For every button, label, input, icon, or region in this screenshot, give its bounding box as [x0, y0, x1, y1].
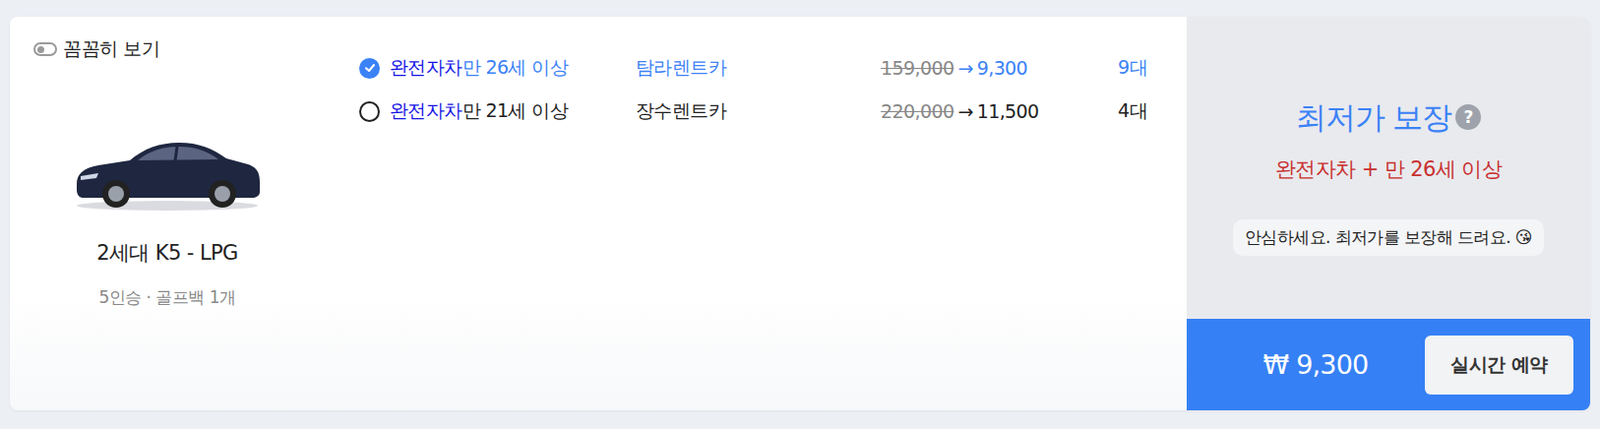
guarantee-condition: 완전자차 + 만 26세 이상 — [1275, 155, 1502, 184]
option-row[interactable]: 완전자차만 26세 이상탐라렌트카159,000→9,3009대 — [359, 46, 1148, 90]
detail-toggle[interactable]: 꼼꼼히 보기 — [33, 36, 360, 62]
car-specs: 5인승 · 골프백 1개 — [98, 286, 236, 309]
guarantee-message: 안심하세요. 최저가를 보장해 드려요. 😘 — [1232, 219, 1544, 256]
radio-icon[interactable] — [359, 101, 380, 123]
car-card: 꼼꼼히 보기2세대 K5 - LPG5인승 · 골프백 1개완전자차만 26세 … — [9, 16, 1591, 411]
toggle-icon — [33, 42, 58, 57]
price-cell: 159,000→9,300 — [880, 57, 1079, 79]
reserve-button[interactable]: 실시간 예약 — [1424, 335, 1574, 395]
card-main: 꼼꼼히 보기2세대 K5 - LPG5인승 · 골프백 1개완전자차만 26세 … — [9, 16, 1187, 411]
car-count: 4대 — [1078, 98, 1148, 124]
guarantee-info: 최저가 보장? 완전자차 + 만 26세 이상안심하세요. 최저가를 보장해 드려… — [1186, 16, 1591, 319]
total-price: ₩ 9,300 — [1206, 349, 1425, 380]
car-column: 꼼꼼히 보기 2세대 K5 - LPG 5인승 · 골프백 1개 — [9, 16, 360, 411]
radio-icon[interactable] — [359, 58, 380, 79]
company-name: 장수렌트카 — [635, 98, 881, 124]
price: 11,500 — [977, 100, 1040, 123]
age-limit: 만 21세 이상 — [462, 99, 568, 122]
car-info: 2세대 K5 - LPG 5인승 · 골프백 1개 — [19, 61, 315, 309]
option-list: 완전자차만 26세 이상탐라렌트카159,000→9,3009대완전자차만 21… — [359, 16, 1187, 411]
option-row[interactable]: 완전자차만 21세 이상장수렌트카220,000→11,5004대 — [359, 89, 1148, 133]
age-limit: 만 26세 이상 — [462, 56, 568, 78]
insurance-type: 완전자차 — [389, 99, 463, 122]
price: 9,300 — [977, 57, 1028, 79]
car-name: 2세대 K5 - LPG — [96, 239, 239, 267]
arrow: → — [957, 57, 973, 79]
price-cell: 220,000→11,500 — [880, 100, 1079, 123]
company-name: 탐라렌트카 — [635, 55, 881, 81]
option-label: 완전자차만 21세 이상 — [359, 98, 636, 124]
original-price: 159,000 — [880, 57, 954, 79]
car-image — [68, 119, 266, 214]
insurance-type: 완전자차 — [389, 56, 463, 78]
arrow: → — [957, 100, 973, 123]
original-price: 220,000 — [880, 100, 954, 123]
guarantee-panel: 최저가 보장? 완전자차 + 만 26세 이상안심하세요. 최저가를 보장해 드려… — [1186, 16, 1591, 411]
reserve-bar: ₩ 9,300실시간 예약 — [1186, 318, 1591, 411]
option-label: 완전자차만 26세 이상 — [359, 55, 636, 81]
check-icon — [364, 61, 376, 74]
toggle-label: 꼼꼼히 보기 — [62, 36, 160, 62]
help-icon[interactable]: ? — [1455, 104, 1481, 130]
car-count: 9대 — [1078, 55, 1148, 81]
guarantee-title: 최저가 보장? — [1295, 97, 1482, 137]
